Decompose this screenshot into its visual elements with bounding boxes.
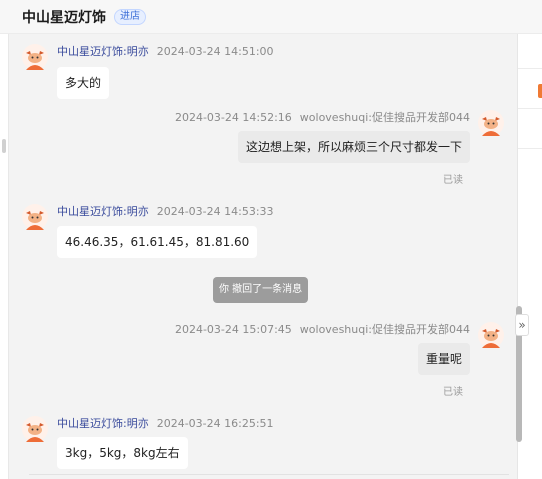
left-panel bbox=[0, 34, 9, 479]
sender-name: woloveshuqi:促佳搜品开发部044 bbox=[299, 111, 470, 124]
enter-shop-badge[interactable]: 进店 bbox=[114, 8, 146, 25]
sender-name[interactable]: 中山星迈灯饰:明亦 bbox=[57, 417, 149, 430]
message-time: 2024-03-24 14:52:16 bbox=[174, 111, 292, 124]
avatar-icon[interactable] bbox=[22, 44, 48, 70]
message-meta: 2024-03-24 15:07:45 woloveshuqi:促佳搜品开发部04… bbox=[175, 321, 470, 337]
divider bbox=[29, 474, 509, 475]
recall-notice: 你 撤回了一条消息 bbox=[213, 277, 309, 303]
avatar-icon[interactable] bbox=[478, 322, 504, 348]
message-time: 2024-03-24 15:07:45 bbox=[174, 323, 292, 336]
message-meta: 中山星迈灯饰:明亦 2024-03-24 14:51:00 bbox=[57, 43, 274, 59]
read-status: 已读 bbox=[443, 175, 463, 186]
double-chevron-right-icon[interactable]: » bbox=[515, 314, 529, 336]
sender-name[interactable]: 中山星迈灯饰:明亦 bbox=[57, 45, 149, 58]
message-bubble[interactable]: 3kg，5kg，8kg左右 bbox=[57, 437, 188, 469]
avatar-icon[interactable] bbox=[22, 204, 48, 230]
avatar-icon[interactable] bbox=[478, 110, 504, 136]
message-bubble[interactable]: 这边想上架，所以麻烦三个尺寸都发一下 bbox=[237, 131, 470, 163]
message-meta: 中山星迈灯饰:明亦 2024-03-24 14:53:33 bbox=[57, 203, 274, 219]
message-bubble[interactable]: 重量呢 bbox=[417, 343, 470, 375]
left-panel-marker bbox=[2, 139, 6, 153]
sender-name[interactable]: 中山星迈灯饰:明亦 bbox=[57, 205, 149, 218]
shop-title[interactable]: 中山星迈灯饰 bbox=[22, 7, 106, 27]
message-meta: 中山星迈灯饰:明亦 2024-03-24 16:25:51 bbox=[57, 415, 274, 431]
notification-marker bbox=[538, 84, 542, 98]
message-meta: 2024-03-24 14:52:16 woloveshuqi:促佳搜品开发部04… bbox=[175, 109, 470, 125]
message-bubble[interactable]: 46.46.35，61.61.45，81.81.60 bbox=[57, 226, 258, 258]
avatar-icon[interactable] bbox=[22, 416, 48, 442]
read-status: 已读 bbox=[443, 387, 463, 398]
chat-header: 中山星迈灯饰 进店 bbox=[0, 0, 542, 34]
message-bubble[interactable]: 多大的 bbox=[57, 67, 110, 99]
message-time: 2024-03-24 16:25:51 bbox=[156, 417, 274, 430]
sender-name: woloveshuqi:促佳搜品开发部044 bbox=[299, 323, 470, 336]
message-list[interactable]: 中山星迈灯饰:明亦 2024-03-24 14:51:00 多大的 2024-03… bbox=[9, 34, 522, 479]
message-time: 2024-03-24 14:51:00 bbox=[156, 45, 274, 58]
message-time: 2024-03-24 14:53:33 bbox=[156, 205, 274, 218]
